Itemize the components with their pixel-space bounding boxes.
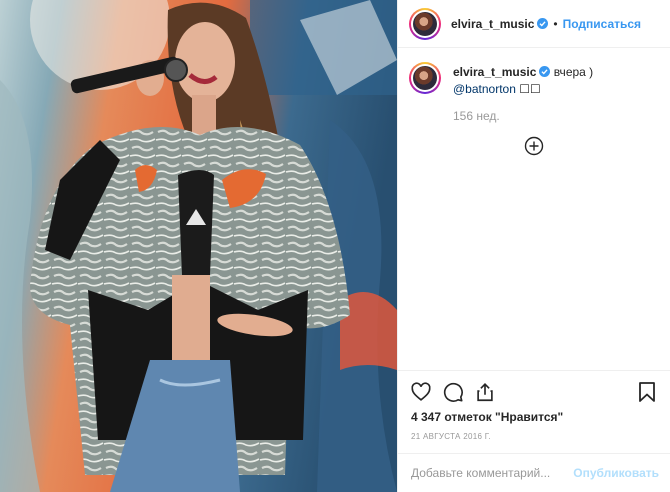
follow-button[interactable]: Подписаться: [563, 17, 641, 31]
caption-comment: elvira_t_music вчера ) @batnorton ☐☐ 156…: [398, 62, 670, 125]
caption-username[interactable]: elvira_t_music: [453, 65, 536, 79]
heart-icon[interactable]: [410, 381, 432, 403]
singer-photo-illustration: [0, 0, 397, 492]
bookmark-icon[interactable]: [637, 381, 657, 403]
post-header: elvira_t_music • Подписаться: [398, 0, 670, 48]
caption-text: вчера ): [550, 65, 594, 79]
likes-count[interactable]: 4 347 отметок "Нравится": [411, 410, 563, 424]
post-side-panel: elvira_t_music • Подписаться elvira_t_mu…: [397, 0, 670, 492]
caption-time[interactable]: 156 нед.: [453, 108, 593, 125]
plus-circle-icon[interactable]: [524, 136, 544, 156]
post-photo[interactable]: [0, 0, 397, 492]
verified-badge-icon: [539, 66, 551, 77]
comment-icon[interactable]: [442, 381, 464, 403]
caption-emoji: ☐☐: [515, 82, 541, 96]
post-date[interactable]: 21 АВГУСТА 2016 Г.: [411, 432, 491, 441]
caption-body: elvira_t_music вчера ) @batnorton ☐☐ 156…: [453, 62, 593, 125]
publish-button[interactable]: Опубликовать: [573, 466, 659, 480]
post-actions: 4 347 отметок "Нравится" 21 АВГУСТА 2016…: [398, 370, 670, 490]
action-icons: [410, 381, 496, 403]
share-icon[interactable]: [474, 381, 496, 403]
author-username[interactable]: elvira_t_music: [451, 17, 534, 31]
caption-mention[interactable]: @batnorton: [453, 82, 516, 96]
comment-input[interactable]: [411, 465, 574, 480]
instagram-post: elvira_t_music • Подписаться elvira_t_mu…: [0, 0, 670, 492]
author-avatar[interactable]: [409, 7, 441, 40]
caption-avatar[interactable]: [409, 62, 441, 94]
header-separator: •: [553, 16, 558, 31]
add-comment-bar: Опубликовать: [398, 453, 670, 491]
verified-badge-icon: [537, 18, 549, 29]
